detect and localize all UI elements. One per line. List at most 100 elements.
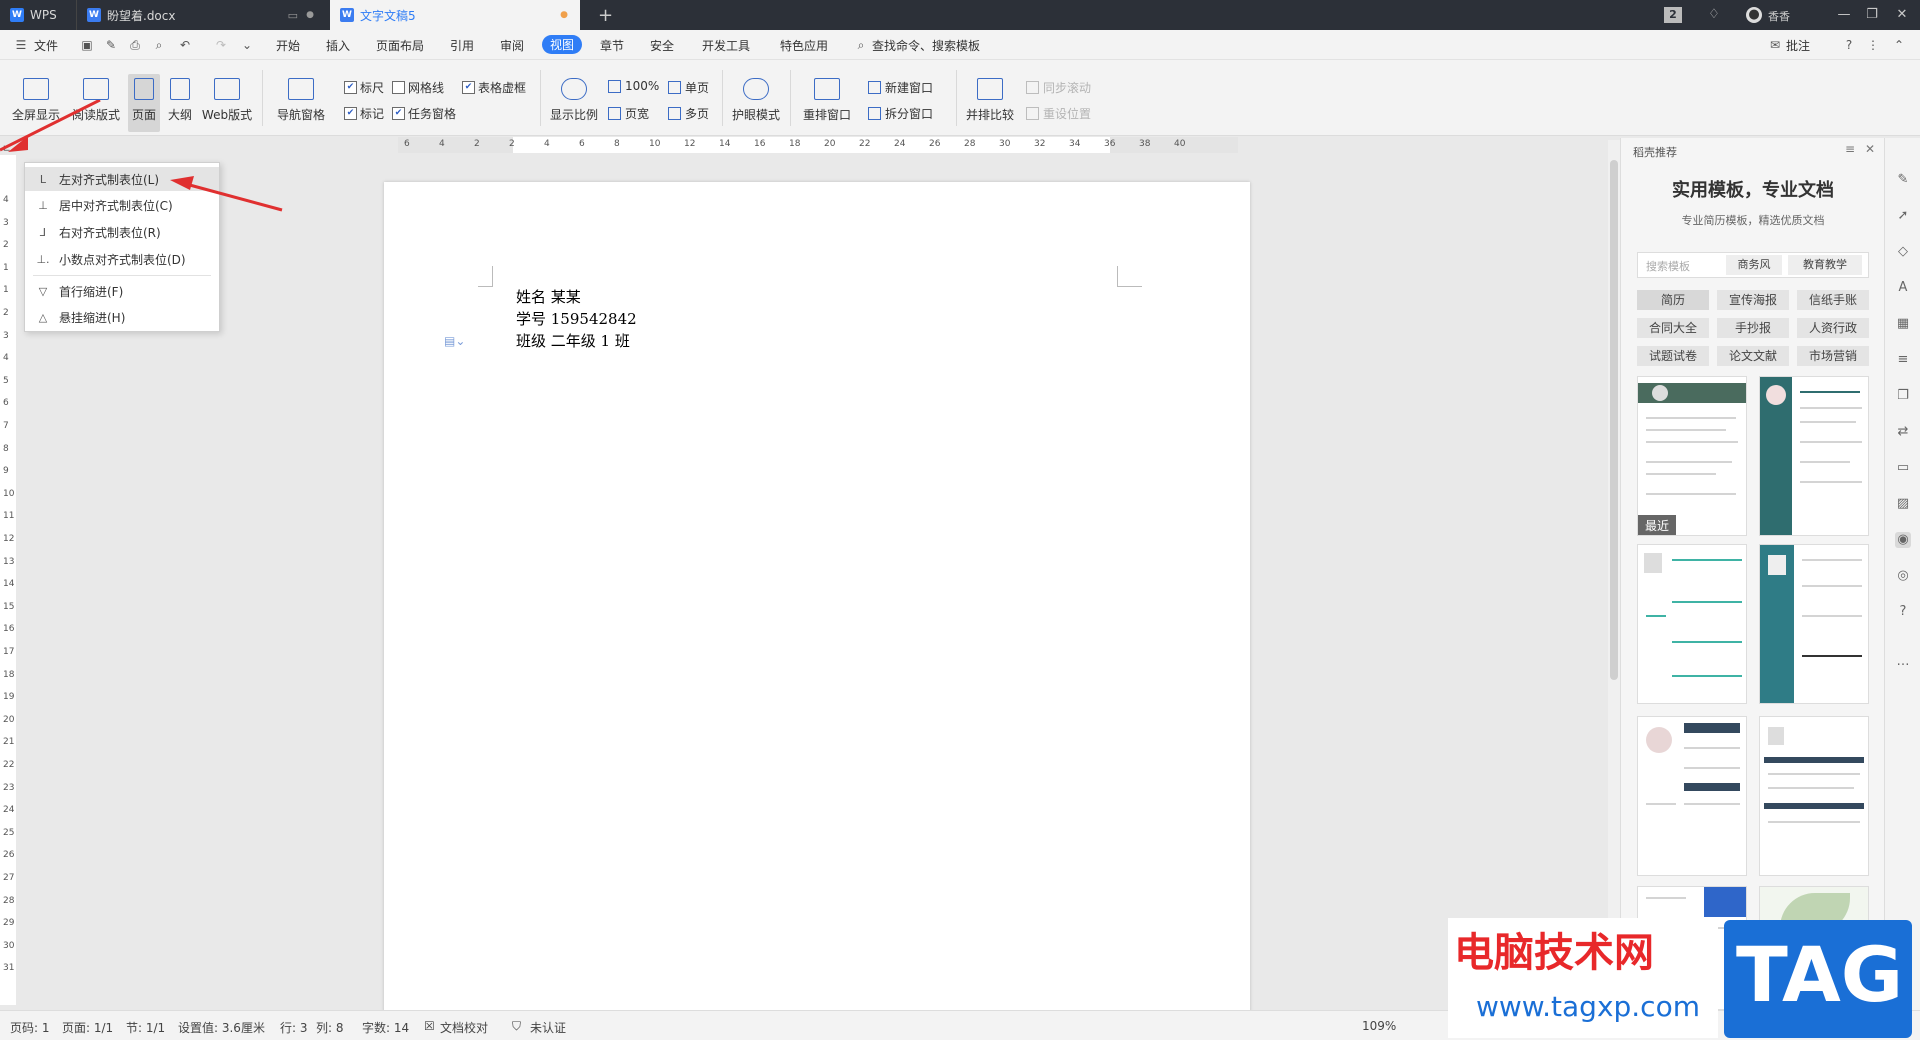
print-icon[interactable]: ⎙	[128, 38, 142, 52]
tag-handwritten[interactable]: 手抄报	[1717, 318, 1789, 338]
wps-home-tab[interactable]: W WPS	[0, 0, 76, 30]
marks-checkbox[interactable]: ✔ 标记	[344, 105, 384, 122]
template-search-input[interactable]: 搜索模板	[1646, 258, 1690, 274]
close-icon[interactable]: ✕	[1894, 7, 1910, 23]
more-icon[interactable]: ⋮	[1866, 38, 1880, 52]
menu-dev-tools[interactable]: 开发工具	[702, 37, 750, 54]
user-name[interactable]: 香香	[1768, 8, 1790, 24]
tab-business[interactable]: 商务风	[1726, 255, 1782, 275]
tag-exam[interactable]: 试题试卷	[1637, 346, 1709, 366]
skin-icon[interactable]: ♢	[1706, 7, 1722, 23]
style-icon[interactable]: A	[1895, 280, 1911, 296]
paragraph-layout-icon[interactable]: ▤⌄	[444, 334, 465, 348]
tag-contract[interactable]: 合同大全	[1637, 318, 1709, 338]
status-cert[interactable]: 未认证	[530, 1019, 566, 1036]
scrollbar-thumb[interactable]	[1610, 160, 1618, 680]
menu-home[interactable]: 开始	[276, 37, 300, 54]
template-thumb-5[interactable]	[1637, 716, 1747, 876]
status-setting[interactable]: 设置值: 3.6厘米	[178, 1019, 265, 1036]
more-dots-icon[interactable]: …	[1895, 654, 1911, 670]
menu-page-layout[interactable]: 页面布局	[376, 37, 424, 54]
table-icon[interactable]: ▦	[1895, 316, 1911, 332]
status-page[interactable]: 页面: 1/1	[62, 1019, 113, 1036]
document-page[interactable]: ▤⌄ 姓名 某某 学号 159542842 班级 二年级 1 班	[384, 182, 1250, 1012]
avatar[interactable]: ●	[1746, 7, 1762, 23]
gridlines-checkbox[interactable]: 网格线	[392, 79, 444, 96]
status-zoom[interactable]: 109%	[1362, 1019, 1396, 1033]
share-icon[interactable]: ⇄	[1895, 424, 1911, 440]
collapse-ribbon-icon[interactable]: ⌃	[1892, 38, 1906, 52]
new-window-button[interactable]: 新建窗口	[868, 79, 933, 96]
doc-line-name[interactable]: 姓名 某某	[516, 286, 581, 307]
side-by-side-button[interactable]: 并排比较	[964, 78, 1016, 123]
command-search[interactable]: 查找命令、搜索模板	[872, 37, 980, 54]
help-circle-icon[interactable]: ?	[1895, 604, 1911, 620]
tag-marketing[interactable]: 市场营销	[1797, 346, 1869, 366]
menu-review[interactable]: 审阅	[500, 37, 524, 54]
maximize-icon[interactable]: ❐	[1864, 7, 1880, 23]
status-page-code[interactable]: 页码: 1	[10, 1019, 50, 1036]
tab-document-2[interactable]: W 文字文稿5 ●	[330, 0, 580, 30]
template-thumb-1[interactable]: 最近	[1637, 376, 1747, 536]
menu-view[interactable]: 视图	[542, 35, 583, 54]
status-row[interactable]: 行: 3	[280, 1019, 308, 1036]
panel-close-icon[interactable]: ✕	[1865, 142, 1875, 156]
redo-icon[interactable]: ↷	[214, 38, 228, 52]
save-icon[interactable]: ▣	[80, 38, 94, 52]
menu-security[interactable]: 安全	[650, 37, 674, 54]
minimize-icon[interactable]: —	[1836, 7, 1852, 23]
menu-special[interactable]: 特色应用	[780, 37, 828, 54]
eye-care-button[interactable]: 护眼模式	[730, 78, 782, 123]
help-icon[interactable]: ?	[1842, 38, 1856, 52]
tab-dot-icon[interactable]: ●	[306, 10, 314, 20]
menu-chapter[interactable]: 章节	[600, 37, 624, 54]
tab-education[interactable]: 教育教学	[1788, 255, 1862, 275]
tag-poster[interactable]: 宣传海报	[1717, 290, 1789, 310]
table-gridlines-checkbox[interactable]: ✔ 表格虚框	[462, 79, 526, 96]
unsaved-dot-icon[interactable]: ●	[560, 10, 568, 20]
hamburger-icon[interactable]: ☰	[14, 38, 28, 52]
zoom-button[interactable]: 显示比例	[548, 78, 600, 123]
window-count-badge[interactable]: 2	[1664, 7, 1682, 23]
shapes-icon[interactable]: ◇	[1895, 244, 1911, 260]
image-icon[interactable]: ▨	[1895, 496, 1911, 512]
vertical-ruler[interactable]: 4 3 2 1 1 2 3 4 5 6 7 8 9 10 11 12 13 14 15 16 17 18 19 20 21 22 2…	[0, 155, 16, 1005]
task-pane-checkbox[interactable]: ✔ 任务窗格	[392, 105, 456, 122]
menu-item-decimal-tab[interactable]: ⊥. 小数点对齐式制表位(D)	[25, 247, 219, 271]
template-thumb-4[interactable]	[1759, 544, 1869, 704]
box-icon[interactable]: ▭	[1895, 460, 1911, 476]
menu-item-hanging-indent[interactable]: △ 悬挂缩进(H)	[25, 305, 219, 329]
copy-icon[interactable]: ❐	[1895, 388, 1911, 404]
ruler-checkbox[interactable]: ✔ 标尺	[344, 79, 384, 96]
menu-item-first-indent[interactable]: ▽ 首行缩进(F)	[25, 279, 219, 303]
rearrange-window-button[interactable]: 重排窗口	[798, 78, 856, 123]
status-proof[interactable]: 文档校对	[440, 1019, 488, 1036]
menu-file[interactable]: 文件	[34, 37, 58, 54]
status-words[interactable]: 字数: 14	[362, 1019, 409, 1036]
tag-hr[interactable]: 人资行政	[1797, 318, 1869, 338]
compass-icon[interactable]: ◎	[1895, 568, 1911, 584]
single-page-button[interactable]: 单页	[668, 79, 709, 96]
doc-line-id[interactable]: 学号 159542842	[516, 308, 637, 329]
template-search-box[interactable]: 搜索模板 商务风 教育教学	[1637, 252, 1869, 278]
monitor-icon[interactable]: ▭	[288, 9, 298, 22]
cursor-icon[interactable]: ➚	[1895, 208, 1911, 224]
panel-header[interactable]: 稻壳推荐	[1633, 144, 1677, 160]
split-window-button[interactable]: 拆分窗口	[868, 105, 933, 122]
panel-menu-icon[interactable]: ≡	[1845, 142, 1855, 156]
tab-document-1[interactable]: W 盼望着.docx ▭ ●	[76, 0, 326, 30]
undo-icon[interactable]: ↶	[178, 38, 192, 52]
page-width-button[interactable]: 页宽	[608, 105, 649, 122]
customize-icon[interactable]: ⌄	[240, 38, 254, 52]
tag-letter[interactable]: 信纸手账	[1797, 290, 1869, 310]
menu-reference[interactable]: 引用	[450, 37, 474, 54]
template-thumb-2[interactable]	[1759, 376, 1869, 536]
doc-line-class[interactable]: 班级 二年级 1 班	[516, 330, 630, 351]
horizontal-ruler[interactable]: 6 4 2 2 4 6 8 10 12 14 16 18 20 22 24 26 28 30 32 34 36 38 40	[398, 137, 1238, 153]
tag-resume[interactable]: 简历	[1637, 290, 1709, 310]
template-active-icon[interactable]: ◉	[1895, 532, 1911, 548]
template-thumb-6[interactable]	[1759, 716, 1869, 876]
template-thumb-3[interactable]	[1637, 544, 1747, 704]
comment-icon[interactable]: ✉	[1768, 38, 1782, 52]
pen-icon[interactable]: ✎	[1895, 172, 1911, 188]
